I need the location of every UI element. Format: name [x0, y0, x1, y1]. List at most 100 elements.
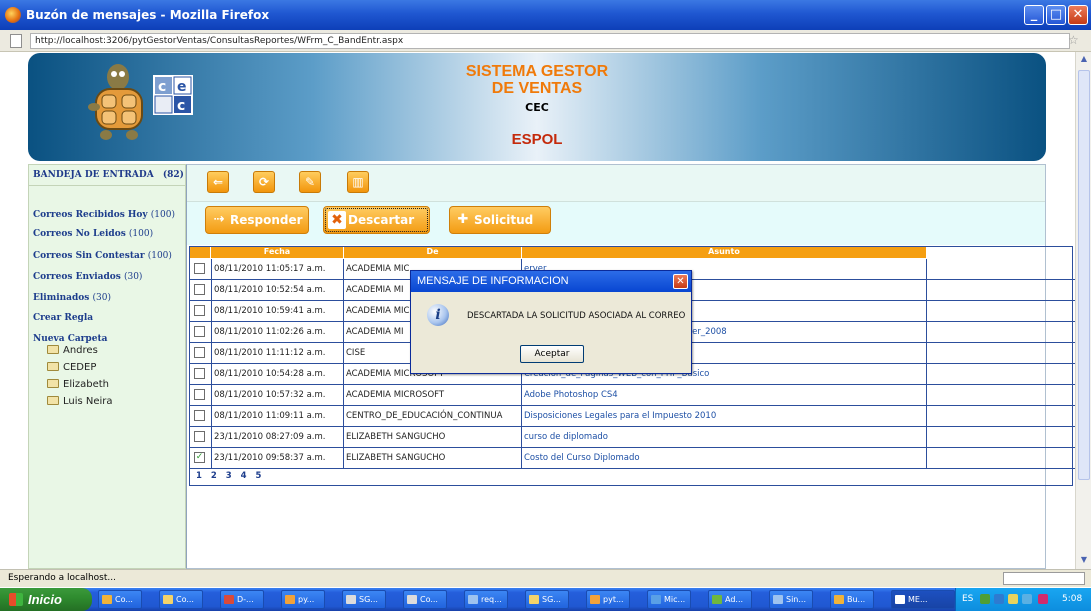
sidebar-link-label: Nueva Carpeta	[33, 334, 108, 344]
task-label: Ad...	[725, 595, 744, 604]
sidebar-link-eliminados[interactable]: Eliminados (30)	[33, 293, 111, 303]
row-checkbox[interactable]	[194, 431, 205, 442]
taskbar-task[interactable]: Co...	[403, 590, 447, 609]
tray-antivirus-icon[interactable]	[1038, 594, 1048, 604]
cell-asunto[interactable]: Costo del Curso Diplomado	[522, 448, 927, 469]
folder-icon	[47, 362, 59, 371]
maximize-button[interactable]: □	[1046, 5, 1066, 25]
sidebar-link-sin-contestar[interactable]: Correos Sin Contestar (100)	[33, 251, 172, 261]
bookmark-star-icon[interactable]: ☆	[1068, 33, 1079, 47]
responder-button[interactable]: ⇢ Responder	[205, 206, 309, 234]
col-header-de[interactable]: De	[344, 246, 522, 258]
taskbar-task[interactable]: Bu...	[830, 590, 874, 609]
row-checkbox[interactable]	[194, 347, 205, 358]
task-label: SG...	[359, 595, 378, 604]
sidebar-link-nueva-carpeta[interactable]: Nueva Carpeta	[33, 334, 107, 344]
language-indicator[interactable]: ES	[962, 588, 973, 611]
task-label: D-...	[237, 595, 254, 604]
table-row[interactable]: 23/11/2010 08:27:09 a.m. ELIZABETH SANGUC…	[190, 427, 1075, 448]
row-checkbox[interactable]	[194, 410, 205, 421]
cell-asunto[interactable]: Disposiciones Legales para el Impuesto 2…	[522, 406, 927, 427]
taskbar-task[interactable]: SG...	[342, 590, 386, 609]
solicitud-button[interactable]: ✚ Solicitud	[449, 206, 551, 234]
table-row[interactable]: ✓ 23/11/2010 09:58:37 a.m. ELIZABETH SANGU…	[190, 448, 1075, 469]
close-window-button[interactable]: ✕	[1068, 5, 1088, 25]
scroll-up-icon[interactable]: ▲	[1078, 54, 1090, 66]
folder-luis-neira[interactable]: Luis Neira	[47, 396, 113, 407]
col-header-asunto[interactable]: Asunto	[522, 246, 927, 258]
back-arrow-icon[interactable]: ⇐	[207, 171, 229, 193]
row-checkbox[interactable]	[194, 263, 205, 274]
taskbar-task[interactable]: Ad...	[708, 590, 752, 609]
pager[interactable]: 1 2 3 4 5	[196, 471, 264, 481]
row-select-cell	[190, 301, 211, 322]
scroll-thumb[interactable]	[1078, 70, 1090, 480]
accept-button[interactable]: Aceptar	[520, 345, 584, 363]
refresh-icon[interactable]: ⟳	[253, 171, 275, 193]
responder-label: Responder	[230, 213, 303, 227]
dialog-close-icon[interactable]: ✕	[673, 274, 688, 289]
status-bar: Esperando a localhost...	[0, 569, 1091, 587]
row-checkbox[interactable]	[194, 368, 205, 379]
system-tray: ES 5:08	[955, 588, 1091, 611]
cell-spacer	[927, 259, 1075, 280]
row-checkbox[interactable]	[194, 389, 205, 400]
descartar-button[interactable]: ✖ Descartar	[323, 206, 430, 234]
windows-flag-icon	[9, 593, 23, 606]
tray-network-icon[interactable]	[994, 594, 1004, 604]
col-header-fecha[interactable]: Fecha	[211, 246, 344, 258]
taskbar-task[interactable]: req...	[464, 590, 508, 609]
cell-asunto[interactable]: curso de diplomado	[522, 427, 927, 448]
row-checkbox[interactable]	[194, 284, 205, 295]
taskbar-task[interactable]: Mic...	[647, 590, 691, 609]
start-button[interactable]: Inicio	[0, 588, 92, 611]
banner-line-2: DE VENTAS	[491, 80, 583, 97]
sidebar-link-enviados[interactable]: Correos Enviados (30)	[33, 272, 142, 282]
compose-icon[interactable]: ✎	[299, 171, 321, 193]
tray-volume-icon[interactable]	[1008, 594, 1018, 604]
inbox-header[interactable]: BANDEJA DE ENTRADA (82)	[33, 170, 184, 180]
task-app-icon	[407, 595, 417, 604]
action-toolbar: ⇢ Responder ✖ Descartar ✚ Solicitud	[187, 202, 1045, 245]
tray-app-icon[interactable]	[980, 594, 990, 604]
folder-elizabeth[interactable]: Elizabeth	[47, 379, 109, 390]
sidebar-link-label: Correos Sin Contestar	[33, 251, 145, 261]
plus-icon: ✚	[457, 212, 469, 227]
sidebar-link-label: Correos No Leidos	[33, 229, 126, 239]
table-row[interactable]: 08/11/2010 11:09:11 a.m. CENTRO_DE_EDUCAC…	[190, 406, 1075, 427]
taskbar-task[interactable]: py...	[281, 590, 325, 609]
sidebar-link-label: Eliminados	[33, 293, 90, 303]
row-select-cell	[190, 427, 211, 448]
sidebar-link-no-leidos[interactable]: Correos No Leidos (100)	[33, 229, 153, 239]
taskbar-task[interactable]: Sin...	[769, 590, 813, 609]
cell-fecha: 08/11/2010 11:05:17 a.m.	[211, 259, 344, 280]
taskbar-task[interactable]: ME...	[891, 590, 955, 609]
taskbar-task[interactable]: D-...	[220, 590, 264, 609]
tray-sync-icon[interactable]	[1022, 594, 1032, 604]
taskbar-task[interactable]: pyt...	[586, 590, 630, 609]
task-label: req...	[481, 595, 502, 604]
taskbar-task[interactable]: SG...	[525, 590, 569, 609]
minimize-button[interactable]: _	[1024, 5, 1044, 25]
row-checkbox[interactable]	[194, 305, 205, 316]
cell-spacer	[927, 364, 1075, 385]
page-scrollbar[interactable]: ▲ ▼	[1075, 52, 1091, 569]
url-field[interactable]: http://localhost:3206/pytGestorVentas/Co…	[30, 33, 1070, 49]
sidebar-link-count: (30)	[92, 293, 112, 303]
row-checkbox[interactable]: ✓	[194, 452, 205, 463]
trash-icon[interactable]: ▥	[347, 171, 369, 193]
row-checkbox[interactable]	[194, 326, 205, 337]
sidebar-divider	[29, 185, 185, 186]
task-app-icon	[651, 595, 661, 604]
scroll-down-icon[interactable]: ▼	[1078, 555, 1090, 567]
folder-cedep[interactable]: CEDEP	[47, 362, 96, 373]
cell-fecha: 08/11/2010 11:02:26 a.m.	[211, 322, 344, 343]
table-row[interactable]: 08/11/2010 10:57:32 a.m. ACADEMIA MICROSO…	[190, 385, 1075, 406]
folder-andres[interactable]: Andres	[47, 345, 98, 356]
taskbar-task[interactable]: Co...	[159, 590, 203, 609]
sidebar-link-count: (100)	[147, 251, 172, 261]
sidebar-link-crear-regla[interactable]: Crear Regla	[33, 313, 93, 323]
taskbar-task[interactable]: Co...	[98, 590, 142, 609]
cell-asunto[interactable]: Adobe Photoshop CS4	[522, 385, 927, 406]
sidebar-link-recibidos-hoy[interactable]: Correos Recibidos Hoy (100)	[33, 210, 175, 220]
